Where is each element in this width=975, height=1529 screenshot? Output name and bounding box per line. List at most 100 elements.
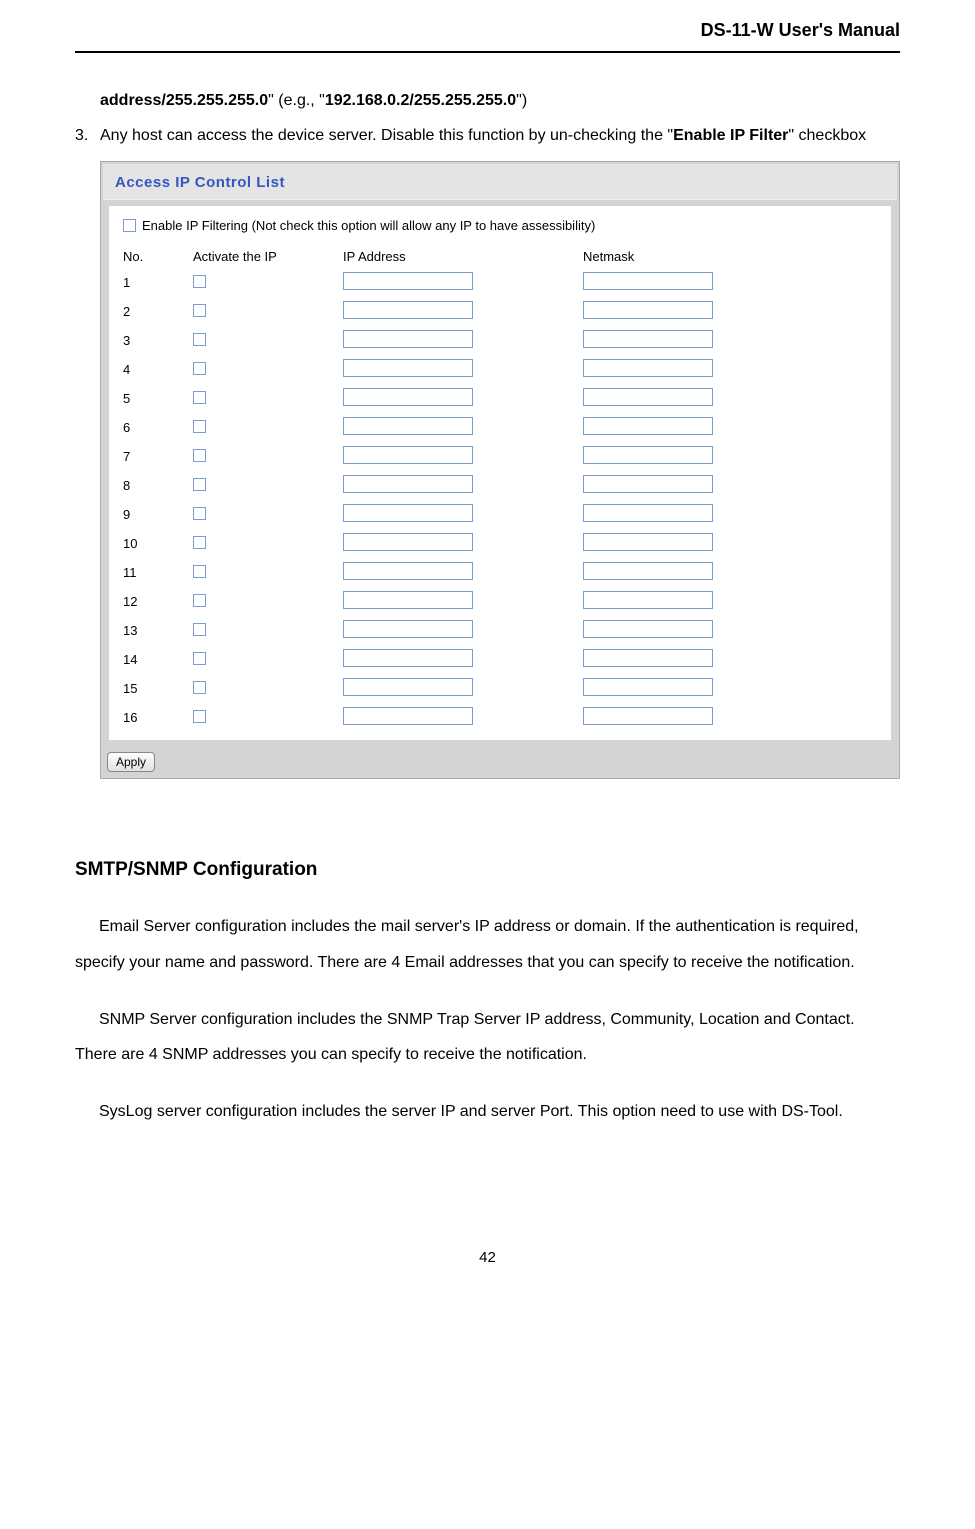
netmask-input[interactable] [583, 388, 713, 406]
row-activate-cell [187, 645, 337, 674]
list-number: 3. [75, 118, 100, 153]
netmask-input[interactable] [583, 475, 713, 493]
netmask-input[interactable] [583, 533, 713, 551]
row-ip-cell [337, 645, 577, 674]
example-bold: 192.168.0.2/255.255.255.0 [325, 92, 516, 109]
activate-checkbox[interactable] [193, 623, 206, 636]
row-activate-cell [187, 268, 337, 297]
ip-address-input[interactable] [343, 504, 473, 522]
netmask-input[interactable] [583, 417, 713, 435]
ip-address-input[interactable] [343, 330, 473, 348]
row-no: 13 [117, 616, 187, 645]
netmask-input[interactable] [583, 301, 713, 319]
row-no: 12 [117, 587, 187, 616]
row-no: 14 [117, 645, 187, 674]
enable-filtering-row: Enable IP Filtering (Not check this opti… [117, 216, 883, 245]
apply-button[interactable]: Apply [107, 752, 155, 772]
row-ip-cell [337, 616, 577, 645]
table-row: 13 [117, 616, 883, 645]
activate-checkbox[interactable] [193, 275, 206, 288]
activate-checkbox[interactable] [193, 652, 206, 665]
netmask-input[interactable] [583, 707, 713, 725]
row-ip-cell [337, 268, 577, 297]
activate-checkbox[interactable] [193, 362, 206, 375]
netmask-input[interactable] [583, 446, 713, 464]
row-activate-cell [187, 442, 337, 471]
ip-address-input[interactable] [343, 388, 473, 406]
ip-address-input[interactable] [343, 301, 473, 319]
activate-checkbox[interactable] [193, 681, 206, 694]
row-no: 3 [117, 326, 187, 355]
row-activate-cell [187, 703, 337, 732]
text-suffix: ") [516, 92, 527, 109]
col-netmask-header: Netmask [577, 245, 883, 268]
manual-title: DS-11-W User's Manual [701, 20, 900, 40]
activate-checkbox[interactable] [193, 478, 206, 491]
activate-checkbox[interactable] [193, 304, 206, 317]
ip-address-input[interactable] [343, 678, 473, 696]
ip-address-input[interactable] [343, 591, 473, 609]
netmask-input[interactable] [583, 504, 713, 522]
row-no: 16 [117, 703, 187, 732]
ip-address-input[interactable] [343, 620, 473, 638]
row-ip-cell [337, 384, 577, 413]
ip-address-input[interactable] [343, 446, 473, 464]
table-row: 10 [117, 529, 883, 558]
paragraph-snmp: SNMP Server configuration includes the S… [75, 1002, 900, 1072]
page-header: DS-11-W User's Manual [75, 20, 900, 53]
list-content: Any host can access the device server. D… [100, 118, 900, 153]
paragraph-email: Email Server configuration includes the … [75, 909, 900, 979]
activate-checkbox[interactable] [193, 565, 206, 578]
ip-address-input[interactable] [343, 417, 473, 435]
row-no: 11 [117, 558, 187, 587]
row-activate-cell [187, 471, 337, 500]
page-number: 42 [75, 1249, 900, 1266]
activate-checkbox[interactable] [193, 420, 206, 433]
netmask-input[interactable] [583, 649, 713, 667]
activate-checkbox[interactable] [193, 333, 206, 346]
row-no: 7 [117, 442, 187, 471]
table-row: 1 [117, 268, 883, 297]
netmask-input[interactable] [583, 620, 713, 638]
table-row: 3 [117, 326, 883, 355]
col-activate-header: Activate the IP [187, 245, 337, 268]
ip-address-input[interactable] [343, 272, 473, 290]
row-netmask-cell [577, 471, 883, 500]
list-item-3: 3. Any host can access the device server… [75, 118, 900, 153]
table-row: 14 [117, 645, 883, 674]
ip-address-input[interactable] [343, 562, 473, 580]
activate-checkbox[interactable] [193, 710, 206, 723]
table-row: 4 [117, 355, 883, 384]
row-ip-cell [337, 442, 577, 471]
ip-address-input[interactable] [343, 359, 473, 377]
table-row: 12 [117, 587, 883, 616]
activate-checkbox[interactable] [193, 507, 206, 520]
activate-checkbox[interactable] [193, 449, 206, 462]
activate-checkbox[interactable] [193, 391, 206, 404]
ip-address-input[interactable] [343, 707, 473, 725]
ip-address-input[interactable] [343, 533, 473, 551]
table-row: 15 [117, 674, 883, 703]
row-ip-cell [337, 413, 577, 442]
row-activate-cell [187, 558, 337, 587]
netmask-input[interactable] [583, 591, 713, 609]
activate-checkbox[interactable] [193, 594, 206, 607]
row-no: 4 [117, 355, 187, 384]
netmask-input[interactable] [583, 678, 713, 696]
row-netmask-cell [577, 413, 883, 442]
netmask-input[interactable] [583, 272, 713, 290]
netmask-input[interactable] [583, 359, 713, 377]
ip-address-input[interactable] [343, 475, 473, 493]
apply-row: Apply [103, 746, 897, 776]
list-text-1: Any host can access the device server. D… [100, 127, 673, 144]
row-activate-cell [187, 355, 337, 384]
enable-filtering-checkbox[interactable] [123, 219, 136, 232]
list-text-2: " checkbox [788, 127, 866, 144]
table-row: 7 [117, 442, 883, 471]
row-no: 1 [117, 268, 187, 297]
netmask-input[interactable] [583, 562, 713, 580]
netmask-input[interactable] [583, 330, 713, 348]
activate-checkbox[interactable] [193, 536, 206, 549]
ip-address-input[interactable] [343, 649, 473, 667]
row-ip-cell [337, 587, 577, 616]
